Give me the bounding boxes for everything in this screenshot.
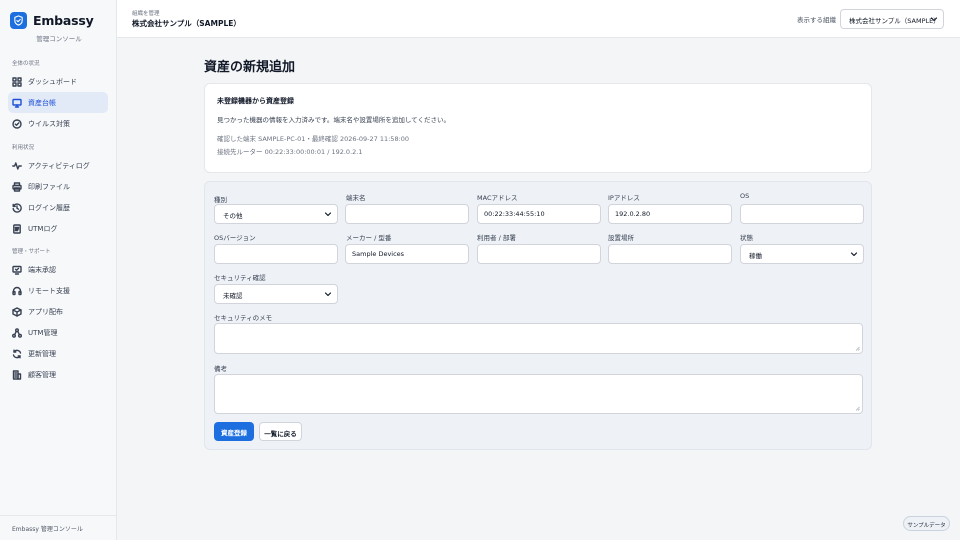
brand-logo-icon bbox=[10, 12, 27, 29]
mac-label: MACアドレス bbox=[477, 194, 518, 202]
building-icon bbox=[12, 369, 22, 380]
sidebar-item-label: UTMログ bbox=[28, 224, 58, 233]
package-icon bbox=[12, 306, 22, 317]
sidebar-item-dashboard[interactable]: ダッシュボード bbox=[8, 71, 108, 92]
org-select[interactable]: 株式会社サンプル（SAMPLE） bbox=[840, 9, 944, 29]
sidebar-item-label: 資産台帳 bbox=[28, 98, 56, 107]
os-version-label: OSバージョン bbox=[214, 234, 256, 242]
activity-icon bbox=[12, 161, 22, 171]
maker-input[interactable]: Sample Devices bbox=[345, 244, 469, 264]
org-select-label: 表示する組織 bbox=[797, 16, 836, 24]
register-asset-button[interactable]: 資産登録 bbox=[214, 422, 254, 441]
sidebar: Embassy 管理コンソール 全体の状況 ダッシュボード 資産台帳 ウイルス対… bbox=[0, 0, 117, 540]
security-check-label: セキュリティ確認 bbox=[214, 274, 266, 282]
location-label: 設置場所 bbox=[608, 234, 634, 242]
sidebar-item-print-files[interactable]: 印刷ファイル bbox=[8, 176, 108, 197]
shield-check-icon bbox=[12, 118, 22, 129]
sidebar-item-label: 端末承認 bbox=[28, 265, 56, 274]
network-icon bbox=[12, 327, 22, 338]
sidebar-item-label: ダッシュボード bbox=[28, 77, 77, 86]
breadcrumb: 組織を管理 bbox=[132, 11, 160, 17]
sidebar-item-app-distribution[interactable]: アプリ配布 bbox=[8, 301, 108, 322]
ip-label: IPアドレス bbox=[608, 194, 640, 202]
type-select-value: その他 bbox=[223, 212, 243, 220]
sidebar-item-label: アクティビティログ bbox=[28, 161, 90, 170]
sidebar-item-assets[interactable]: 資産台帳 bbox=[8, 92, 108, 113]
sidebar-footer: Embassy 管理コンソール bbox=[0, 515, 116, 540]
current-org-name: 株式会社サンプル（SAMPLE） bbox=[132, 19, 241, 28]
detected-device-meta: 確認した端末 SAMPLE-PC-01・最終確認 2026-09-27 11:5… bbox=[217, 135, 410, 143]
sidebar-item-utm-management[interactable]: UTM管理 bbox=[8, 322, 108, 343]
sidebar-item-label: 更新管理 bbox=[28, 349, 56, 358]
sidebar-item-label: ログイン履歴 bbox=[28, 203, 70, 212]
sidebar-item-customer-management[interactable]: 顧客管理 bbox=[8, 364, 108, 385]
resize-grip-icon bbox=[855, 346, 860, 351]
hostname-label: 端末名 bbox=[346, 194, 366, 202]
sidebar-item-antivirus[interactable]: ウイルス対策 bbox=[8, 113, 108, 134]
asset-form: 種別 その他 端末名 MACアドレス 00:22:33:44:55:10 IPア… bbox=[204, 181, 872, 450]
brand-name: Embassy bbox=[33, 13, 94, 28]
back-to-list-button[interactable]: 一覧に戻る bbox=[259, 422, 302, 441]
device-approve-icon bbox=[12, 265, 22, 275]
sidebar-item-remote-support[interactable]: リモート支援 bbox=[8, 280, 108, 301]
refresh-icon bbox=[12, 349, 22, 359]
type-label: 種別 bbox=[214, 196, 227, 204]
chevron-down-icon bbox=[324, 292, 332, 297]
sidebar-item-label: アプリ配布 bbox=[28, 307, 63, 316]
brand-subtitle: 管理コンソール bbox=[36, 35, 82, 43]
history-icon bbox=[12, 202, 22, 213]
headset-icon bbox=[12, 286, 22, 296]
chevron-down-icon bbox=[324, 212, 332, 217]
os-version-input[interactable] bbox=[214, 244, 338, 264]
detected-card-description: 見つかった機器の情報を入力済みです。端末名や設置場所を追加してください。 bbox=[217, 116, 450, 124]
notes-textarea[interactable] bbox=[214, 374, 863, 414]
page-title: 資産の新規追加 bbox=[204, 60, 296, 75]
detected-router-meta: 接続先ルーター 00:22:33:00:00:01 / 192.0.2.1 bbox=[217, 148, 363, 156]
sidebar-item-label: ウイルス対策 bbox=[28, 119, 70, 128]
topbar: 組織を管理 株式会社サンプル（SAMPLE） 表示する組織 株式会社サンプル（S… bbox=[117, 0, 960, 38]
hostname-input[interactable] bbox=[345, 204, 469, 224]
detected-device-card: 未登録機器から資産登録 見つかった機器の情報を入力済みです。端末名や設置場所を追… bbox=[204, 83, 872, 173]
sidebar-item-label: リモート支援 bbox=[28, 286, 70, 295]
security-check-select-value: 未確認 bbox=[223, 292, 243, 300]
sidebar-item-label: UTM管理 bbox=[28, 328, 58, 337]
nav-section-overview: 全体の状況 bbox=[12, 61, 40, 67]
sidebar-item-login-history[interactable]: ログイン履歴 bbox=[8, 197, 108, 218]
printer-icon bbox=[12, 181, 22, 192]
resize-grip-icon bbox=[855, 406, 860, 411]
notes-label: 備考 bbox=[214, 365, 227, 373]
sidebar-item-activity-log[interactable]: アクティビティログ bbox=[8, 155, 108, 176]
status-select[interactable]: 稼働 bbox=[740, 244, 864, 264]
type-select[interactable]: その他 bbox=[214, 204, 338, 224]
security-memo-label: セキュリティのメモ bbox=[214, 314, 273, 322]
org-select-value: 株式会社サンプル（SAMPLE） bbox=[849, 17, 940, 25]
brand[interactable]: Embassy bbox=[0, 0, 116, 29]
sidebar-item-label: 顧客管理 bbox=[28, 370, 56, 379]
dashboard-icon bbox=[12, 76, 22, 87]
sidebar-item-update-management[interactable]: 更新管理 bbox=[8, 343, 108, 364]
monitor-icon bbox=[12, 98, 22, 108]
security-check-select[interactable]: 未確認 bbox=[214, 284, 338, 304]
sidebar-item-label: 印刷ファイル bbox=[28, 182, 70, 191]
chevron-down-icon bbox=[930, 17, 938, 22]
status-label: 状態 bbox=[740, 234, 753, 242]
sidebar-item-utm-log[interactable]: UTMログ bbox=[8, 218, 108, 239]
status-select-value: 稼働 bbox=[749, 252, 762, 260]
sample-data-badge: サンプルデータ bbox=[903, 516, 950, 531]
user-input[interactable] bbox=[477, 244, 601, 264]
sidebar-item-device-approval[interactable]: 端末承認 bbox=[8, 259, 108, 280]
chevron-down-icon bbox=[850, 252, 858, 257]
os-input[interactable] bbox=[740, 204, 864, 224]
mac-input[interactable]: 00:22:33:44:55:10 bbox=[477, 204, 601, 224]
detected-card-title: 未登録機器から資産登録 bbox=[217, 97, 294, 105]
user-label: 利用者 / 部署 bbox=[477, 234, 516, 242]
maker-label: メーカー / 型番 bbox=[346, 234, 392, 242]
document-icon bbox=[12, 223, 22, 234]
nav-section-usage: 利用状況 bbox=[12, 145, 35, 151]
nav-section-management: 管理・サポート bbox=[12, 249, 51, 255]
security-memo-textarea[interactable] bbox=[214, 323, 863, 354]
ip-input[interactable]: 192.0.2.80 bbox=[608, 204, 732, 224]
os-label: OS bbox=[740, 192, 750, 200]
location-input[interactable] bbox=[608, 244, 732, 264]
